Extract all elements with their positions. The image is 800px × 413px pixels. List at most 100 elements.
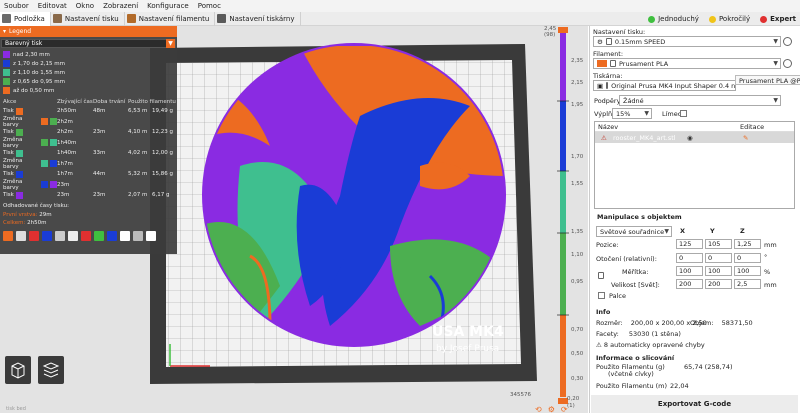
legend-remaining-cell: 2h50m <box>57 108 77 115</box>
mode-expert[interactable]: Expert <box>760 15 796 23</box>
axis-x-label: X <box>680 227 686 235</box>
one-layer-icon[interactable]: ⟳ <box>561 405 568 413</box>
mode-simple[interactable]: Jednoduchý <box>648 15 699 23</box>
header-duration: Doba trvání <box>93 99 126 105</box>
tool-change-icon[interactable] <box>68 230 78 241</box>
rotation-x-input[interactable]: 0 <box>676 253 703 263</box>
range-label: až do 0,50 mm <box>13 87 55 94</box>
gear-icon[interactable] <box>783 37 792 46</box>
printer-combo[interactable]: ▣ Original Prusa MK4 Input Shaper 0.4 no… <box>593 80 736 91</box>
lock-icon <box>605 38 612 45</box>
deretraction-icon[interactable] <box>42 230 52 241</box>
reset-icon[interactable]: ⚙ <box>548 405 555 413</box>
facets-info: Facety: 53030 (1 stěna) <box>596 330 681 338</box>
legend-filament-cell: 4,02 m 12,00 g <box>128 150 177 156</box>
total-label: Celkem: <box>3 219 26 226</box>
print-settings-combo[interactable]: ⚙ 0.15mm SPEED ▼ <box>593 36 781 47</box>
wipe-icon[interactable] <box>16 230 26 241</box>
travel-icon[interactable] <box>3 230 13 241</box>
chevron-down-icon: ▼ <box>773 97 778 104</box>
seam-icon[interactable] <box>55 230 65 241</box>
color-change-icon[interactable] <box>81 230 91 241</box>
size-y-input[interactable]: 200 <box>705 279 732 289</box>
custom-gcode-icon[interactable] <box>107 230 117 241</box>
rotation-z-input[interactable]: 0 <box>734 253 761 263</box>
tab-plater[interactable]: Podložka <box>0 11 51 26</box>
object-row[interactable]: ⚠ rooster_MK4_art.stl ◉ ✎ <box>595 132 794 143</box>
action-label: Změna barvy <box>3 136 23 149</box>
mode-advanced[interactable]: Pokročilý <box>708 15 751 23</box>
position-x-input[interactable]: 125 <box>676 239 703 249</box>
scale-label: Měřítka: <box>622 268 649 276</box>
infill-value: 15% <box>616 109 631 118</box>
shells-icon[interactable] <box>133 230 143 241</box>
filament-combo[interactable]: Prusament PLA ▼ <box>593 58 781 69</box>
eye-icon[interactable]: ◉ <box>687 134 743 142</box>
layer-tick-label: 1,55 <box>571 181 584 187</box>
position-y-input[interactable]: 105 <box>705 239 732 249</box>
tab-filament-settings[interactable]: Nastavení filamentu <box>125 11 216 26</box>
filament-weight: 12,00 g <box>152 150 173 157</box>
rotation-y-input[interactable]: 0 <box>705 253 732 263</box>
legend-header[interactable]: ▾ Legend <box>0 26 177 37</box>
scale-lock-icon[interactable] <box>598 272 604 279</box>
size-z-input[interactable]: 2,5 <box>734 279 761 289</box>
estimated-times-title: Odhadované časy tisku: <box>3 202 69 209</box>
menu-configuration[interactable]: Konfigurace <box>147 2 189 10</box>
menu-window[interactable]: Okno <box>76 2 94 10</box>
coordinates-value: Světové souřadnice <box>600 227 665 236</box>
extruder-color-swatch <box>41 160 49 168</box>
tab-label: Podložka <box>14 14 45 23</box>
filament-length: 4,10 m <box>128 129 148 136</box>
filament-color-swatch <box>597 60 607 67</box>
legend-remaining-cell: 23m <box>57 192 70 199</box>
edit-icon[interactable]: ✎ <box>743 134 748 142</box>
menu-file[interactable]: Soubor <box>4 2 29 10</box>
view-type-select[interactable]: Barevný tisk ▼ <box>1 39 176 48</box>
pause-icon[interactable] <box>94 230 104 241</box>
extruder-color-swatch <box>15 170 23 178</box>
tool-marker-icon[interactable] <box>146 230 156 241</box>
gear-icon[interactable] <box>783 59 792 68</box>
export-gcode-button[interactable]: Exportovat G-code <box>591 395 798 413</box>
menu-view[interactable]: Zobrazení <box>103 2 138 10</box>
legend-action-cell: Změna barvy <box>0 179 57 191</box>
infill-combo[interactable]: 15% ▼ <box>612 108 652 119</box>
scale-x-input[interactable]: 100 <box>676 266 703 276</box>
action-label: Tisk <box>3 108 14 115</box>
legend-ranges: nad 2,30 mm z 1,70 do 2,15 mm z 1,10 do 1,… <box>0 50 177 95</box>
mode-label: Pokročilý <box>718 15 751 23</box>
filament-value: Prusament PLA <box>619 59 669 68</box>
tab-print-settings[interactable]: Nastavení tisku <box>51 11 125 26</box>
range-color-swatch <box>3 87 10 94</box>
size-x-input[interactable]: 200 <box>676 279 703 289</box>
coordinates-combo[interactable]: Světové souřadnice ▼ <box>596 226 672 237</box>
position-z-input[interactable]: 1,25 <box>734 239 761 249</box>
view-cube-buttons <box>4 355 65 385</box>
inches-checkbox[interactable] <box>598 292 605 299</box>
tab-printer-settings[interactable]: Nastavení tiskárny <box>215 11 301 26</box>
layers-view-icon[interactable] <box>37 355 65 385</box>
center-of-gravity-icon[interactable] <box>120 230 130 241</box>
chevron-down-icon: ▼ <box>664 228 669 235</box>
action-label: Změna barvy <box>3 157 23 170</box>
retraction-icon[interactable] <box>29 230 39 241</box>
filament-tooltip: Prusament PLA @PGIS <box>735 75 800 85</box>
legend-title: Legend <box>9 28 32 35</box>
size-info-label: Rozměr: <box>596 319 623 327</box>
brim-checkbox[interactable] <box>680 110 687 117</box>
menu-help[interactable]: Pomoc <box>198 2 221 10</box>
supports-combo[interactable]: Žádné ▼ <box>619 95 781 106</box>
axis-y-label: Y <box>710 227 715 235</box>
scale-y-input[interactable]: 100 <box>705 266 732 276</box>
mode-switcher: Jednoduchý Pokročilý Expert <box>648 12 796 26</box>
menu-edit[interactable]: Editovat <box>38 2 67 10</box>
chevron-down-icon: ▼ <box>166 39 175 48</box>
legend-range-item: z 1,70 do 2,15 mm <box>0 59 177 68</box>
scale-z-input[interactable]: 100 <box>734 266 761 276</box>
volume-label: Objem: <box>690 319 714 327</box>
action-label: Tisk <box>3 192 14 199</box>
layer-slider-labels: 2,45 (98) 2,35 2,15 1,95 1,70 1,55 1,35 1,10 0,… <box>544 26 589 413</box>
cog-icon[interactable]: ⟲ <box>535 405 542 413</box>
3d-view-icon[interactable] <box>4 355 32 385</box>
